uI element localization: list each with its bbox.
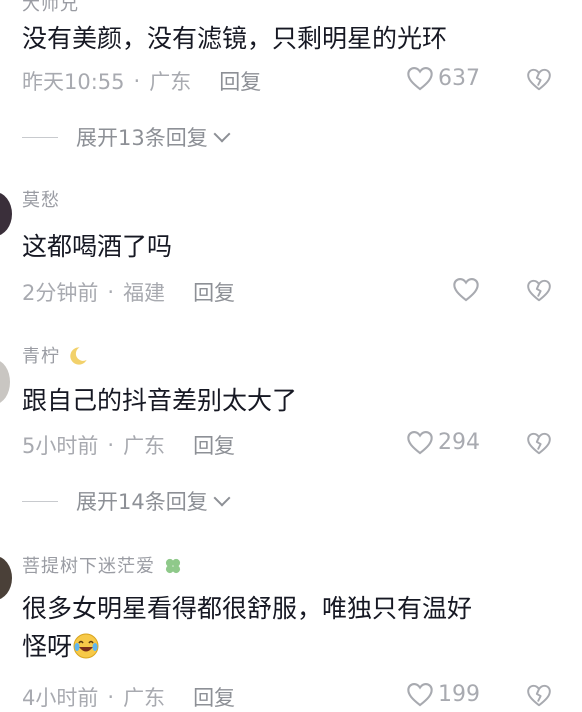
heart-outline-icon (407, 683, 433, 707)
username-label: 青柠 (22, 346, 60, 367)
heart-outline-icon (453, 278, 479, 302)
meta-separator: · (107, 433, 115, 457)
laugh-cry-emoji-icon (73, 633, 99, 659)
reply-button[interactable]: 回复 (219, 66, 261, 96)
comment-meta: 昨天10:55 · 广东 回复 (22, 66, 261, 96)
reply-button[interactable]: 回复 (193, 277, 235, 307)
comment-time: 2分钟前 (22, 281, 99, 305)
comment-time: 4小时前 (22, 686, 99, 710)
expand-replies-label: 展开14条回复 (76, 490, 208, 514)
comment-location: 广东 (123, 434, 166, 458)
avatar[interactable] (0, 360, 10, 404)
like-count: 637 (438, 65, 480, 91)
comment-time: 5小时前 (22, 434, 99, 458)
broken-heart-icon (527, 279, 551, 302)
meta-separator: · (107, 280, 115, 304)
meta-separator: · (133, 69, 141, 93)
comment-meta: 4小时前 · 广东 回复 (22, 682, 235, 712)
broken-heart-icon (527, 432, 551, 455)
reply-button[interactable]: 回复 (193, 430, 235, 460)
avatar[interactable] (0, 556, 12, 600)
heart-outline-icon (407, 67, 433, 91)
broken-heart-icon (527, 684, 551, 707)
comment-username[interactable]: 莫愁 (22, 186, 60, 212)
comment-text: 跟自己的抖音差别太大了 (22, 386, 298, 415)
comment-text-tail: 怪呀 (22, 632, 73, 661)
expand-replies-label: 展开13条回复 (76, 126, 208, 150)
comment-text: 很多女明星看得都很舒服，唯独只有温好 怪呀 (22, 590, 472, 666)
comment-location: 广东 (149, 70, 192, 94)
username-label: 菩提树下迷茫爱 (22, 556, 155, 577)
divider (22, 136, 58, 138)
like-button[interactable]: 199 (406, 681, 480, 707)
chevron-down-icon (213, 125, 231, 143)
comment-text: 没有美颜，没有滤镜，只剩明星的光环 (22, 24, 448, 53)
comment-meta: 2分钟前 · 福建 回复 (22, 277, 235, 307)
like-count: 199 (438, 681, 480, 707)
like-button[interactable]: 637 (406, 65, 480, 91)
like-button[interactable] (452, 276, 484, 302)
dislike-button[interactable] (526, 682, 552, 712)
expand-replies-button[interactable]: 展开14条回复 (22, 486, 231, 516)
heart-outline-icon (407, 431, 433, 455)
clover-emoji-icon (165, 558, 180, 574)
reply-button[interactable]: 回复 (193, 682, 235, 712)
comment-location: 广东 (123, 686, 166, 710)
meta-separator: · (107, 685, 115, 709)
dislike-button[interactable] (526, 430, 552, 460)
comment-username[interactable]: 青柠 (22, 342, 89, 368)
comment-text-line: 怪呀 (22, 628, 472, 666)
comment-text-line: 很多女明星看得都很舒服，唯独只有温好 (22, 594, 473, 623)
like-button[interactable]: 294 (406, 429, 480, 455)
divider (22, 500, 58, 502)
chevron-down-icon (213, 489, 231, 507)
comment-username[interactable]: 大师兄 (22, 0, 79, 16)
comment-time: 昨天10:55 (22, 70, 125, 94)
avatar[interactable] (0, 192, 12, 236)
comment-location: 福建 (123, 281, 166, 305)
comment-text: 这都喝酒了吗 (22, 232, 173, 261)
expand-replies-button[interactable]: 展开13条回复 (22, 122, 231, 152)
dislike-button[interactable] (526, 277, 552, 307)
broken-heart-icon (527, 68, 551, 91)
moon-emoji-icon (70, 347, 87, 365)
comment-username[interactable]: 菩提树下迷茫爱 (22, 552, 184, 578)
dislike-button[interactable] (526, 66, 552, 96)
comment-meta: 5小时前 · 广东 回复 (22, 430, 235, 460)
like-count: 294 (438, 429, 480, 455)
